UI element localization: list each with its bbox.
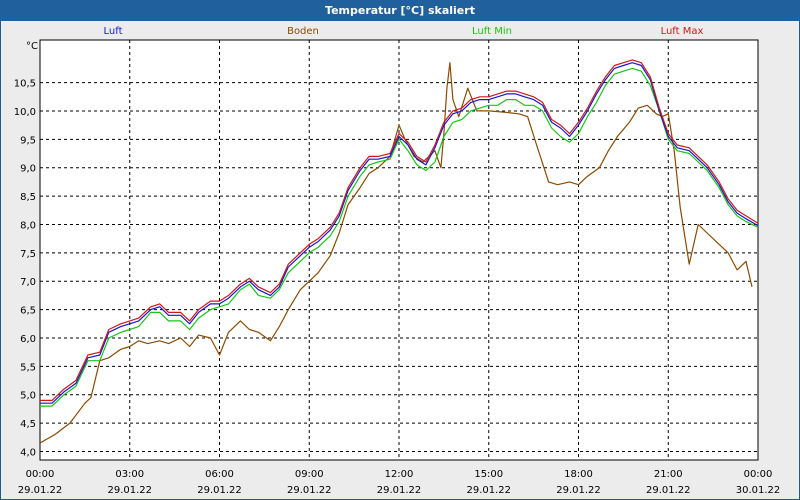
x-tick-date: 29.01.22 <box>377 485 422 496</box>
x-tick-date: 29.01.22 <box>287 485 332 496</box>
x-tick-date: 29.01.22 <box>18 485 63 496</box>
legend-item-boden: Boden <box>287 26 319 37</box>
x-tick-time: 09:00 <box>295 469 324 480</box>
x-axis-ticks: 00:00 29.01.22 03:00 29.01.22 06:00 29.01.22 0… <box>18 469 781 496</box>
x-tick-time: 12:00 <box>385 469 414 480</box>
x-tick-time: 00:00 <box>26 469 55 480</box>
x-tick-time: 03:00 <box>115 469 144 480</box>
y-axis-ticks: 4,0 4,5 5,0 5,5 6,0 6,5 7,0 7,5 8,0 8,5 9,0 9,5 10,0… <box>14 79 36 459</box>
x-tick-date: 29.01.22 <box>197 485 242 496</box>
y-tick-label: 9,0 <box>20 164 36 175</box>
y-tick-label: 5,5 <box>20 362 36 373</box>
y-tick-label: 4,5 <box>20 419 36 430</box>
y-axis-label: °C <box>26 41 38 52</box>
legend-item-luft-max: Luft Max <box>661 26 704 37</box>
x-tick-time: 21:00 <box>654 469 683 480</box>
y-tick-label: 6,5 <box>20 306 36 317</box>
x-tick-date: 29.01.22 <box>107 485 152 496</box>
y-tick-label: 4,0 <box>20 447 36 458</box>
x-tick-date: 29.01.22 <box>646 485 691 496</box>
y-tick-label: 10,0 <box>14 107 36 118</box>
y-tick-label: 7,0 <box>20 277 36 288</box>
y-tick-label: 8,5 <box>20 192 36 203</box>
x-tick-date: 29.01.22 <box>466 485 511 496</box>
legend-item-luft-min: Luft Min <box>472 26 512 37</box>
temperature-chart: Luft Boden Luft Min Luft Max °C 4,0 4,5 5,0 5,… <box>14 26 781 496</box>
y-tick-label: 6,0 <box>20 334 36 345</box>
x-tick-time: 15:00 <box>474 469 503 480</box>
x-tick-date: 30.01.22 <box>736 485 781 496</box>
y-tick-label: 9,5 <box>20 135 36 146</box>
legend-item-luft: Luft <box>104 26 123 37</box>
x-tick-time: 06:00 <box>205 469 234 480</box>
x-tick-time: 18:00 <box>564 469 593 480</box>
y-tick-label: 8,0 <box>20 220 36 231</box>
y-tick-label: 5,0 <box>20 391 36 402</box>
x-tick-date: 29.01.22 <box>556 485 601 496</box>
y-tick-label: 7,5 <box>20 249 36 260</box>
x-tick-time: 00:00 <box>744 469 773 480</box>
y-tick-label: 10,5 <box>14 79 36 90</box>
legend: Luft Boden Luft Min Luft Max <box>104 26 704 37</box>
